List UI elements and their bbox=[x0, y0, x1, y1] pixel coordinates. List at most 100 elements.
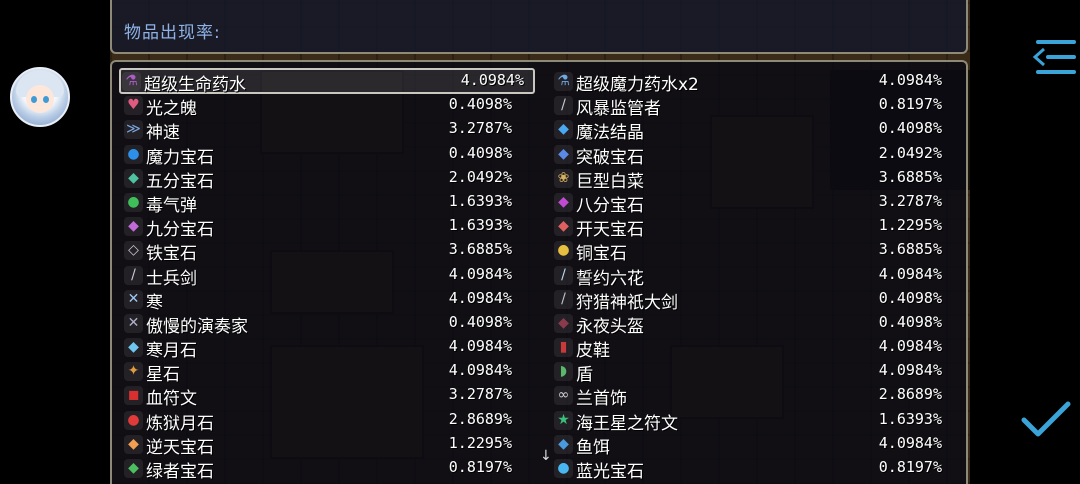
sword-icon: / bbox=[124, 265, 143, 285]
item-name: 士兵剑 bbox=[146, 268, 197, 289]
item-name: 八分宝石 bbox=[576, 195, 644, 216]
ice-sword-icon: / bbox=[554, 265, 573, 285]
item-row[interactable]: ∞ 兰首饰 2.8689% bbox=[552, 383, 952, 409]
item-row[interactable]: / 狩猎神祇大剑 0.4098% bbox=[552, 287, 952, 313]
item-row[interactable]: ● 蓝光宝石 0.8197% bbox=[552, 456, 952, 482]
item-list-right-column: ⚗ 超级魔力药水x2 4.0984% / 风暴监管者 0.8197% ◆ 魔法结晶 0.4098… bbox=[552, 69, 952, 482]
item-row[interactable]: ● 魔力宝石 0.4098% bbox=[122, 142, 522, 168]
item-row[interactable]: / 誓约六花 4.0984% bbox=[552, 263, 952, 289]
item-rate: 3.2787% bbox=[878, 191, 942, 210]
gems-icon: ◆ bbox=[124, 168, 143, 188]
item-name: 巨型白菜 bbox=[576, 171, 644, 192]
player-avatar[interactable] bbox=[10, 67, 70, 127]
red-boots-icon: ▮ bbox=[554, 338, 573, 358]
item-row[interactable]: ✕ 寒 4.0984% bbox=[122, 287, 522, 313]
item-rate-list-window[interactable]: ⚗ 超级生命药水 4.0984% ♥ 光之魄 0.4098% ≫ 神速 3.2787% ● 魔力宝石… bbox=[110, 60, 968, 484]
item-row[interactable]: ◆ 寒月石 4.0984% bbox=[122, 335, 522, 362]
item-name: 傲慢的演奏家 bbox=[146, 316, 248, 337]
window-title: 物品出现率: bbox=[124, 23, 221, 43]
blue-light-gem-icon: ● bbox=[554, 459, 573, 478]
title-window: 物品出现率: bbox=[110, 0, 968, 54]
item-name: 逆天宝石 bbox=[146, 437, 214, 458]
gem-cluster-icon: ◆ bbox=[124, 217, 143, 237]
item-rate: 2.8689% bbox=[878, 385, 942, 404]
item-row[interactable]: ≫ 神速 3.2787% bbox=[122, 117, 522, 143]
item-row[interactable]: ♥ 光之魄 0.4098% bbox=[122, 93, 522, 120]
menu-bar-bottom bbox=[1036, 70, 1076, 74]
menu-bar-middle bbox=[1046, 55, 1076, 59]
checkmark-icon bbox=[1021, 401, 1071, 437]
greatsword-icon: / bbox=[554, 289, 573, 309]
item-name: 九分宝石 bbox=[146, 220, 214, 241]
item-row[interactable]: ◇ 铁宝石 3.6885% bbox=[122, 238, 522, 265]
dagger-icon: / bbox=[554, 96, 573, 116]
item-row[interactable]: ◆ 逆天宝石 1.2295% bbox=[122, 432, 522, 458]
scroll-down-arrow-icon[interactable]: ↓ bbox=[540, 448, 552, 464]
item-rate: 3.2787% bbox=[448, 119, 512, 138]
crystal-icon: ◆ bbox=[554, 120, 573, 140]
dark-helmet-icon: ◆ bbox=[554, 313, 573, 333]
orange-gem-icon: ◆ bbox=[124, 434, 143, 454]
rainbow-gem-icon: ◆ bbox=[554, 217, 573, 237]
item-rate: 0.8197% bbox=[878, 95, 942, 114]
shield-icon: ◗ bbox=[554, 362, 573, 382]
item-rate: 0.4098% bbox=[448, 312, 512, 331]
item-rate: 1.2295% bbox=[878, 216, 942, 235]
item-row[interactable]: ● 炼狱月石 2.8689% bbox=[122, 408, 522, 434]
item-row[interactable]: / 士兵剑 4.0984% bbox=[122, 263, 522, 289]
item-name: 铜宝石 bbox=[576, 244, 627, 265]
item-name: 皮鞋 bbox=[576, 341, 610, 362]
item-row[interactable]: ⚗ 超级生命药水 4.0984% bbox=[119, 67, 535, 95]
crossed-blades-icon: ✕ bbox=[124, 313, 143, 333]
item-row[interactable]: ◆ 永夜头盔 0.4098% bbox=[552, 311, 952, 337]
green-gem-icon: ◆ bbox=[124, 459, 143, 478]
heart-gem-icon: ♥ bbox=[124, 96, 143, 116]
item-name: 寒月石 bbox=[146, 341, 197, 362]
item-name: 魔力宝石 bbox=[146, 147, 214, 168]
item-name: 突破宝石 bbox=[576, 147, 644, 168]
item-row[interactable]: ◆ 绿者宝石 0.8197% bbox=[122, 456, 522, 482]
item-name: 光之魄 bbox=[146, 99, 197, 120]
menu-collapse-button[interactable] bbox=[1032, 38, 1078, 76]
item-name: 鱼饵 bbox=[576, 437, 610, 458]
gold-gem-icon: ● bbox=[554, 241, 573, 261]
ice-stone-icon: ◆ bbox=[124, 338, 143, 358]
item-name: 铁宝石 bbox=[146, 244, 197, 265]
item-rate: 3.6885% bbox=[878, 167, 942, 186]
purple-gems-icon: ◆ bbox=[554, 192, 573, 212]
item-row[interactable]: ◆ 魔法结晶 0.4098% bbox=[552, 117, 952, 143]
item-row[interactable]: ● 铜宝石 3.6885% bbox=[552, 238, 952, 265]
potion-icon: ⚗ bbox=[122, 72, 141, 91]
item-row[interactable]: ✦ 星石 4.0984% bbox=[122, 359, 522, 385]
item-name: 毒气弹 bbox=[146, 195, 197, 216]
item-row[interactable]: / 风暴监管者 0.8197% bbox=[552, 93, 952, 119]
item-row[interactable]: ◆ 九分宝石 1.6393% bbox=[122, 214, 522, 241]
item-row[interactable]: ◗ 盾 4.0984% bbox=[552, 359, 952, 385]
item-row[interactable]: ● 毒气弹 1.6393% bbox=[122, 190, 522, 216]
item-row[interactable]: ★ 海王星之符文 1.6393% bbox=[552, 408, 952, 434]
item-name: 永夜头盔 bbox=[576, 316, 644, 337]
item-row[interactable]: ▮ 皮鞋 4.0984% bbox=[552, 335, 952, 362]
blood-rune-icon: ◼ bbox=[124, 386, 143, 406]
item-row[interactable]: ◆ 八分宝石 3.2787% bbox=[552, 190, 952, 216]
crossed-swords-icon: ✕ bbox=[124, 289, 143, 309]
item-rate: 4.0984% bbox=[878, 71, 942, 89]
item-row[interactable]: ◆ 鱼饵 4.0984% bbox=[552, 432, 952, 458]
item-list-left-column: ⚗ 超级生命药水 4.0984% ♥ 光之魄 0.4098% ≫ 神速 3.2787% ● 魔力宝石… bbox=[119, 67, 535, 482]
star-stone-icon: ✦ bbox=[124, 362, 143, 382]
item-row[interactable]: ◆ 开天宝石 1.2295% bbox=[552, 214, 952, 240]
item-row[interactable]: ◆ 五分宝石 2.0492% bbox=[122, 166, 522, 192]
item-name: 誓约六花 bbox=[576, 268, 644, 289]
item-rate: 3.6885% bbox=[878, 240, 942, 259]
item-row[interactable]: ❀ 巨型白菜 3.6885% bbox=[552, 166, 952, 192]
item-row[interactable]: ⚗ 超级魔力药水x2 4.0984% bbox=[552, 69, 952, 95]
item-row[interactable]: ◼ 血符文 3.2787% bbox=[122, 383, 522, 410]
item-rate: 0.4098% bbox=[448, 95, 512, 114]
item-rate: 0.8197% bbox=[448, 458, 512, 476]
confirm-button[interactable] bbox=[1020, 398, 1072, 442]
item-name: 超级魔力药水x2 bbox=[576, 75, 699, 95]
item-row[interactable]: ◆ 突破宝石 2.0492% bbox=[552, 142, 952, 168]
item-name: 血符文 bbox=[146, 389, 197, 410]
item-row[interactable]: ✕ 傲慢的演奏家 0.4098% bbox=[122, 311, 522, 337]
blue-gems-icon: ◆ bbox=[554, 144, 573, 164]
